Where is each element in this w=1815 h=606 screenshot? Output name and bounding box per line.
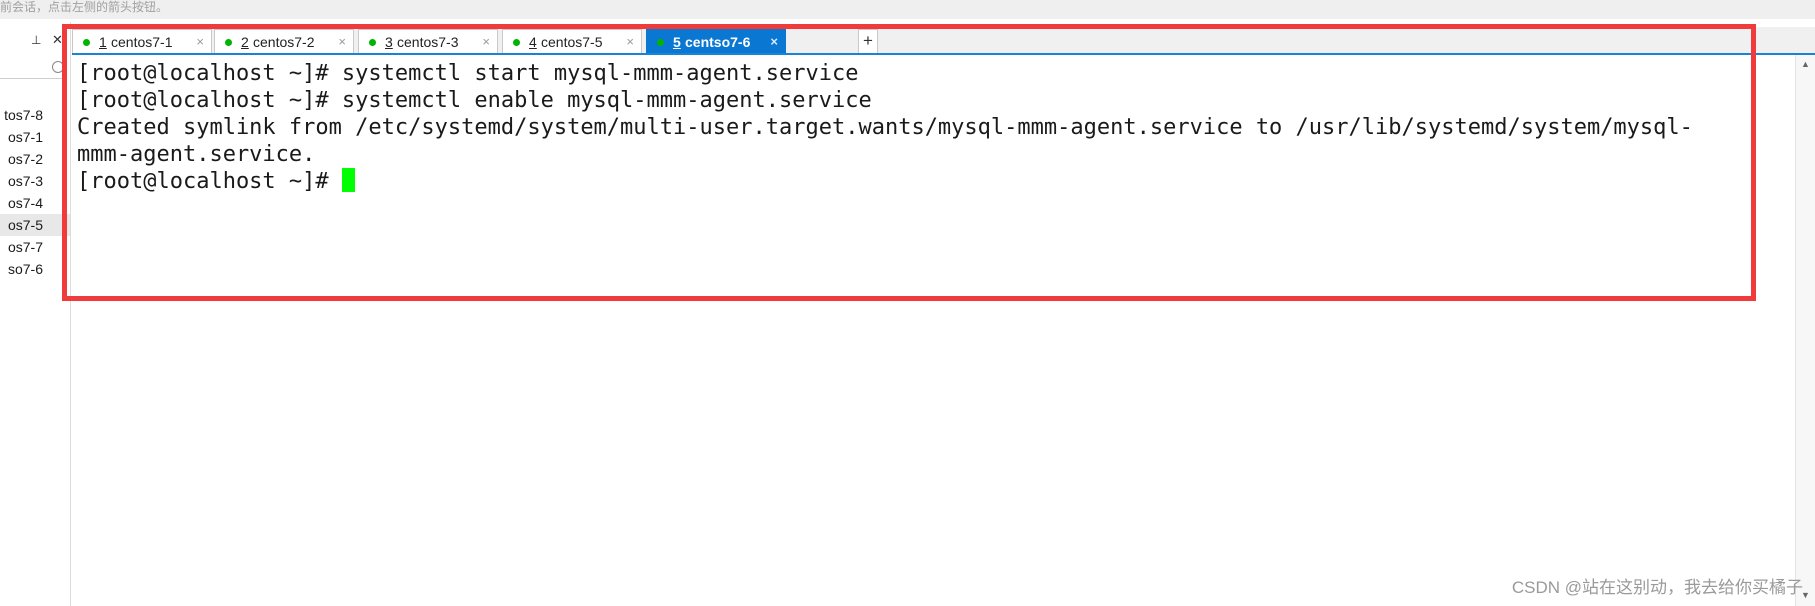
session-item-label: os7-7 bbox=[7, 239, 43, 255]
terminal-line: mmm-agent.service. bbox=[77, 142, 316, 167]
watermark: CSDN @站在这别动，我去给你买橘子 bbox=[1511, 578, 1803, 597]
terminal-prompt-line[interactable]: [root@localhost ~]# bbox=[77, 168, 1693, 195]
session-item[interactable]: so7-6 bbox=[0, 258, 70, 280]
session-item-label: os7-5 bbox=[7, 217, 43, 233]
tab-centos7-3[interactable]: 3 centos7-3 × bbox=[358, 29, 498, 53]
session-item-label: os7-4 bbox=[7, 195, 43, 211]
tab-number: 5 bbox=[673, 34, 681, 50]
pin-icon[interactable]: ⊥ bbox=[31, 33, 41, 47]
tab-label: centos7-3 bbox=[397, 34, 459, 50]
session-search-input[interactable] bbox=[0, 58, 66, 79]
session-item-label: os7-3 bbox=[7, 173, 43, 189]
session-item-label: so7-6 bbox=[7, 261, 43, 277]
tab-number: 3 bbox=[385, 34, 393, 50]
tab-close-icon[interactable]: × bbox=[770, 30, 778, 54]
tab-label: centos7-2 bbox=[253, 34, 315, 50]
terminal-line: [root@localhost ~]# systemctl start mysq… bbox=[77, 61, 859, 86]
search-icon[interactable] bbox=[52, 61, 64, 73]
connected-status-icon bbox=[83, 39, 90, 46]
tab-close-icon[interactable]: × bbox=[338, 30, 346, 54]
tab-label: centso7-6 bbox=[685, 34, 751, 50]
tab-close-icon[interactable]: × bbox=[626, 30, 634, 54]
session-item[interactable]: os7-2 bbox=[0, 148, 70, 170]
terminal-output: [root@localhost ~]# systemctl start mysq… bbox=[77, 60, 1693, 195]
session-item[interactable]: os7-3 bbox=[0, 170, 70, 192]
session-item[interactable]: tos7-8 bbox=[0, 104, 70, 126]
connected-status-icon bbox=[513, 39, 520, 46]
terminal-line: Created symlink from /etc/systemd/system… bbox=[77, 115, 1693, 140]
tab-close-icon[interactable]: × bbox=[196, 30, 204, 54]
tab-label: centos7-5 bbox=[541, 34, 603, 50]
session-item-selected[interactable]: os7-5 bbox=[0, 214, 70, 236]
terminal-prompt: [root@localhost ~]# bbox=[77, 169, 342, 194]
session-sidebar: ⊥ ✕ tos7-8 os7-1 os7-2 os7-3 os7-4 os7-5… bbox=[0, 22, 71, 606]
session-item[interactable]: os7-4 bbox=[0, 192, 70, 214]
terminal-line: [root@localhost ~]# systemctl enable mys… bbox=[77, 88, 872, 113]
tab-label: centos7-1 bbox=[111, 34, 173, 50]
tab-centos7-5[interactable]: 4 centos7-5 × bbox=[502, 29, 642, 53]
connected-status-icon bbox=[225, 39, 232, 46]
close-icon[interactable]: ✕ bbox=[52, 32, 63, 48]
session-item[interactable]: os7-1 bbox=[0, 126, 70, 148]
sidebar-header: ⊥ ✕ bbox=[0, 30, 70, 52]
terminal-pane[interactable]: [root@localhost ~]# systemctl start mysq… bbox=[72, 55, 1792, 606]
session-item-label: os7-2 bbox=[7, 151, 43, 167]
session-item-label: tos7-8 bbox=[4, 107, 43, 123]
tab-centso7-6[interactable]: 5 centso7-6 × bbox=[646, 29, 786, 53]
terminal-cursor bbox=[341, 168, 355, 192]
tab-number: 1 bbox=[99, 34, 107, 50]
connected-status-icon bbox=[369, 39, 376, 46]
tab-close-icon[interactable]: × bbox=[482, 30, 490, 54]
terminal-scrollbar[interactable]: ▲ ▼ bbox=[1795, 55, 1815, 606]
session-item[interactable]: os7-7 bbox=[0, 236, 70, 258]
tab-number: 4 bbox=[529, 34, 537, 50]
tab-number: 2 bbox=[241, 34, 249, 50]
session-item-label: os7-1 bbox=[7, 129, 43, 145]
session-list: tos7-8 os7-1 os7-2 os7-3 os7-4 os7-5 os7… bbox=[0, 104, 70, 280]
session-tab-bar: 1 centos7-1 × 2 centos7-2 × 3 centos7-3 … bbox=[72, 27, 1815, 55]
add-tab-button[interactable]: + bbox=[858, 29, 878, 53]
scroll-up-icon[interactable]: ▲ bbox=[1801, 59, 1810, 69]
tab-centos7-1[interactable]: 1 centos7-1 × bbox=[72, 29, 212, 53]
top-hint-bar: 前会话，点击左侧的箭头按钮。 bbox=[0, 0, 1815, 19]
tab-centos7-2[interactable]: 2 centos7-2 × bbox=[214, 29, 354, 53]
connected-status-icon bbox=[657, 39, 664, 46]
hint-text: 前会话，点击左侧的箭头按钮。 bbox=[0, 0, 169, 14]
